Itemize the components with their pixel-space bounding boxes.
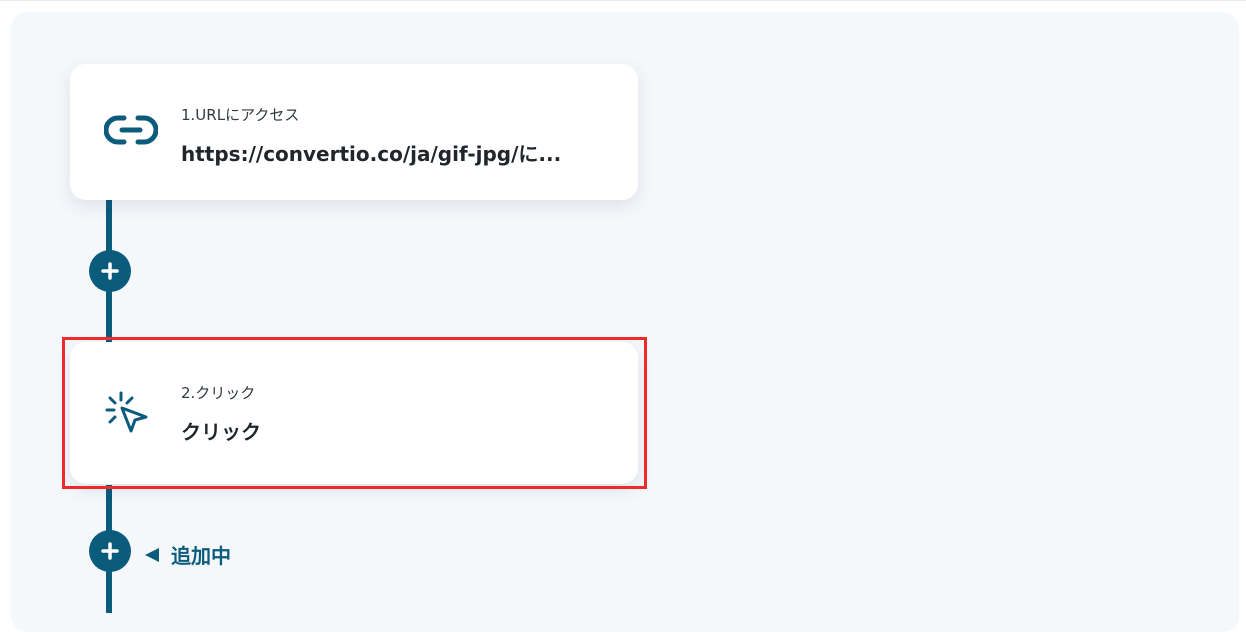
step-title: https://convertio.co/ja/gif-jpg/に... — [181, 142, 562, 166]
adding-indicator: 追加中 — [145, 540, 231, 569]
add-step-button[interactable] — [89, 250, 131, 292]
top-divider — [0, 0, 1246, 1]
add-step-button[interactable] — [89, 530, 131, 572]
step-title: クリック — [181, 420, 261, 444]
cursor-click-icon — [104, 390, 150, 440]
step-card-url-access[interactable]: 1.URLにアクセス https://convertio.co/ja/gif-j… — [70, 64, 638, 200]
step-card-click[interactable]: 2.クリック クリック — [70, 342, 638, 484]
plus-icon — [101, 542, 119, 560]
link-icon — [103, 110, 159, 154]
plus-icon — [101, 262, 119, 280]
step-label: 1.URLにアクセス — [181, 106, 300, 124]
step-label: 2.クリック — [181, 384, 256, 402]
triangle-left-icon — [145, 547, 159, 562]
adding-label: 追加中 — [171, 544, 231, 568]
